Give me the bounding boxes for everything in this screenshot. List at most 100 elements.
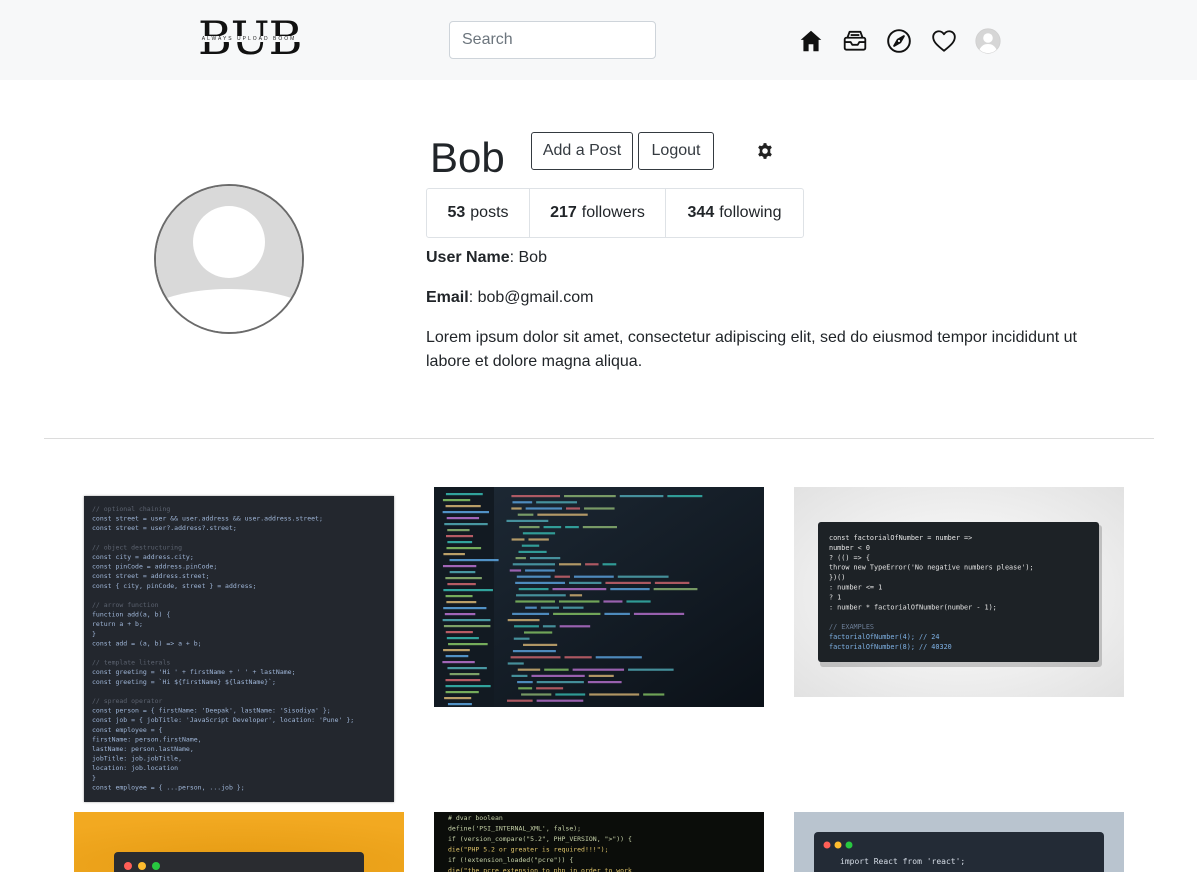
post-code-image: import React from 'react';: [794, 812, 1124, 872]
followers-label: followers: [581, 204, 645, 221]
code-stroke: [513, 637, 530, 640]
avatar-icon[interactable]: [975, 28, 1001, 54]
logout-button[interactable]: Logout: [638, 132, 714, 170]
code-stroke: [447, 541, 473, 544]
stat-followers[interactable]: 217 followers: [529, 189, 665, 237]
profile-avatar: [154, 184, 304, 334]
post-thumbnail[interactable]: // optional chaining const street = user …: [84, 496, 394, 802]
code-stroke: [443, 625, 491, 628]
code-stroke: [446, 517, 480, 520]
code-stroke: [633, 612, 685, 615]
explore-icon[interactable]: [886, 28, 912, 54]
post-code-image: # dvar boolean define('PSI_INTERNAL_XML',…: [434, 812, 764, 872]
code-stroke: [515, 600, 555, 603]
search-input[interactable]: [449, 21, 656, 59]
code-stroke: [587, 681, 622, 684]
code-stroke: [445, 595, 473, 598]
code-stroke: [536, 687, 564, 690]
code-stroke: [447, 667, 487, 670]
code-stroke: [524, 631, 553, 634]
code-stroke: [446, 547, 482, 550]
code-stroke: [517, 681, 533, 684]
code-stroke: [447, 703, 472, 706]
code-line: }: [92, 774, 96, 782]
code-stroke: [445, 493, 483, 496]
code-stroke: [653, 588, 698, 591]
gear-icon[interactable]: [756, 142, 774, 160]
code-stroke: [573, 575, 614, 578]
add-post-button[interactable]: Add a Post: [531, 132, 633, 170]
code-stroke: [511, 495, 561, 498]
code-stroke: [584, 507, 615, 510]
brand-logo[interactable]: BUB ALWAYS UPLOAD BOOM: [198, 11, 302, 65]
code-line: import React from 'react';: [840, 857, 965, 866]
code-stroke: [507, 619, 540, 622]
code-line: const { city, pinCode, street } = addres…: [92, 582, 256, 590]
code-line: factorialOfNumber(4); // 24: [829, 633, 940, 641]
code-stroke: [626, 600, 651, 603]
code-stroke: [445, 505, 481, 508]
post-thumbnail[interactable]: [434, 487, 764, 707]
code-stroke: [566, 507, 581, 510]
code-stroke: [519, 526, 540, 529]
post-thumbnail[interactable]: [74, 812, 404, 872]
code-stroke: [605, 581, 651, 584]
code-stroke: [559, 625, 591, 628]
heart-icon[interactable]: [931, 28, 957, 54]
code-stroke: [444, 697, 472, 700]
user-name-row: User Name: Bob: [426, 246, 547, 270]
post-thumbnail[interactable]: import React from 'react';: [794, 812, 1124, 872]
profile-bio: Lorem ipsum dolor sit amet, consectetur …: [426, 329, 1077, 370]
post-thumbnail[interactable]: # dvar boolean define('PSI_INTERNAL_XML',…: [434, 812, 764, 872]
code-stroke: [445, 691, 479, 694]
code-stroke: [569, 581, 602, 584]
code-line: const greeting = 'Hi ' + firstName + ' '…: [92, 668, 296, 676]
code-line: die("PHP 5.2 or greater is required!!!")…: [448, 846, 608, 854]
code-line: if (version_compare("5.2", PHP_VERSION, …: [448, 835, 632, 843]
code-stroke: [446, 601, 477, 604]
stat-following[interactable]: 344 following: [665, 189, 803, 237]
profile-stats: 53 posts 217 followers 344 following: [426, 188, 804, 238]
code-stroke: [512, 650, 556, 653]
code-stroke: [555, 693, 586, 696]
code-line: define('PSI_INTERNAL_XML', false);: [448, 825, 581, 833]
code-line: return a + b;: [92, 620, 143, 628]
code-line: : number * factorialOfNumber(number - 1)…: [829, 603, 997, 611]
code-stroke: [445, 535, 474, 538]
followers-count: 217: [550, 204, 577, 221]
code-stroke: [558, 600, 600, 603]
post-code-image: [74, 812, 404, 872]
code-line: // template literals: [92, 659, 170, 667]
code-line: const city = address.city;: [92, 553, 194, 561]
code-stroke: [602, 563, 617, 566]
home-icon[interactable]: [798, 28, 824, 54]
code-stroke: [582, 526, 617, 529]
user-name-label: User Name: [426, 249, 510, 266]
code-stroke: [521, 693, 552, 696]
code-stroke: [449, 673, 480, 676]
code-stroke: [667, 495, 703, 498]
code-stroke: [448, 643, 488, 646]
code-stroke: [444, 613, 476, 616]
code-line: const greeting = `Hi ${firstName} ${last…: [92, 678, 276, 686]
code-stroke: [443, 589, 493, 592]
code-stroke: [643, 693, 665, 696]
email-label: Email: [426, 289, 469, 306]
code-line: factorialOfNumber(8); // 40320: [829, 643, 952, 651]
code-stroke: [523, 643, 558, 646]
post-thumbnail[interactable]: const factorialOfNumber = number => numb…: [794, 487, 1124, 697]
inbox-icon[interactable]: [842, 28, 868, 54]
code-line: const street = user?.address?.street;: [92, 524, 237, 532]
code-stroke: [510, 656, 561, 659]
email-row: Email: bob@gmail.com: [426, 286, 593, 310]
stat-posts[interactable]: 53 posts: [427, 189, 529, 237]
code-stroke: [559, 563, 582, 566]
code-stroke: [536, 501, 578, 504]
code-stroke: [512, 563, 556, 566]
code-stroke: [517, 513, 534, 516]
code-line: number < 0: [829, 544, 870, 552]
code-stroke: [449, 559, 499, 562]
code-line: // object destructuring: [92, 543, 182, 551]
code-stroke: [445, 655, 469, 658]
code-line: const employee = {: [92, 726, 163, 734]
